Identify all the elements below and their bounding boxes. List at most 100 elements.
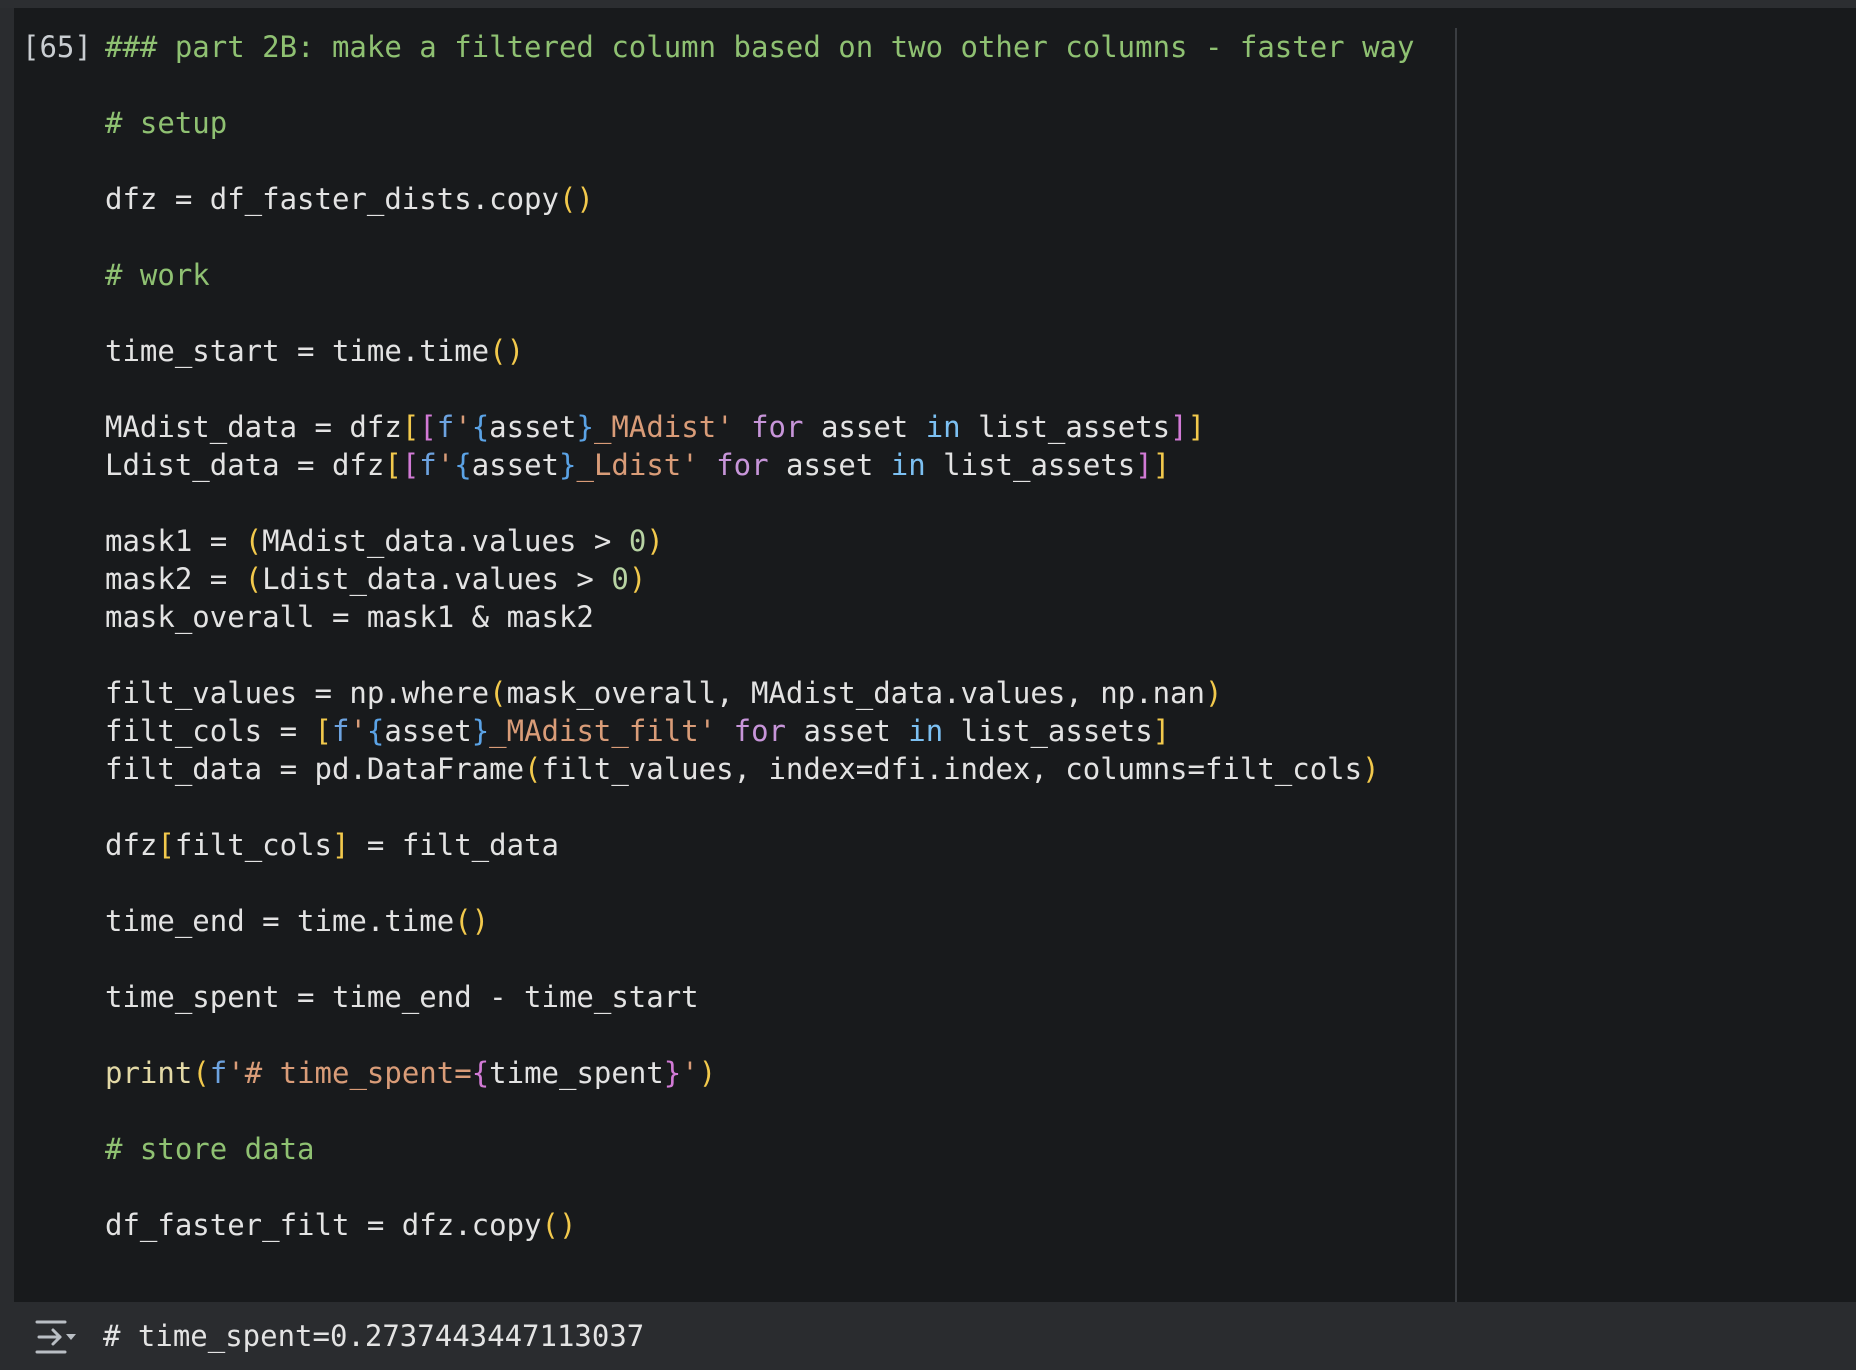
code-token: [: [314, 714, 332, 748]
output-collapse-icon[interactable]: [34, 1317, 78, 1357]
output-area: # time_spent=0.2737443447113037: [0, 1302, 1856, 1370]
code-token: ': [454, 410, 472, 444]
code-token: _Ldist': [576, 448, 699, 482]
code-token: {: [454, 448, 472, 482]
code-token: ]: [1152, 448, 1171, 482]
code-token: time_end = time.time: [105, 904, 455, 938]
code-token: ]: [1170, 410, 1188, 444]
code-token: for: [716, 448, 769, 482]
output-text: # time_spent=0.2737443447113037: [103, 1319, 645, 1353]
cell-focus-gutter: [0, 8, 14, 1302]
code-line: filt_cols = [f'{asset}_MAdist_filt' for …: [105, 712, 1445, 750]
top-bar: [0, 0, 1856, 8]
code-token: Ldist_data.values >: [262, 562, 612, 596]
code-line: df_faster_filt = dfz.copy(): [105, 1206, 1445, 1244]
code-line: Ldist_data = dfz[[f'{asset}_Ldist' for a…: [105, 446, 1445, 484]
code-token: asset: [768, 448, 891, 482]
code-token: ': [349, 714, 367, 748]
code-token: in: [890, 448, 926, 482]
code-line: dfz = df_faster_dists.copy(): [105, 180, 1445, 218]
code-token: (): [489, 334, 525, 368]
code-token: for: [751, 410, 804, 444]
code-line: # store data: [105, 1130, 1445, 1168]
code-token: in: [908, 714, 944, 748]
code-token: ): [1204, 676, 1223, 710]
code-token: asset: [786, 714, 909, 748]
code-token: [: [419, 410, 437, 444]
code-token: list_assets: [960, 410, 1171, 444]
code-token: dfz: [105, 828, 158, 862]
code-line: ### part 2B: make a filtered column base…: [105, 28, 1445, 66]
code-token: for: [733, 714, 787, 748]
code-token: asset: [489, 410, 577, 444]
code-line: time_spent = time_end - time_start: [105, 978, 1445, 1016]
code-token: }: [471, 714, 490, 748]
code-token: filt_values, index=dfi.index, columns=fi…: [541, 752, 1363, 786]
code-token: (): [454, 904, 490, 938]
code-token: MAdist_data = dfz: [105, 410, 402, 444]
code-token: mask_overall, MAdist_data.values, np.nan: [506, 676, 1205, 710]
code-line: mask2 = (Ldist_data.values > 0): [105, 560, 1445, 598]
code-token: _MAdist_filt': [489, 714, 717, 748]
code-line: dfz[filt_cols] = filt_data: [105, 826, 1445, 864]
code-token: ]: [1152, 714, 1171, 748]
code-token: asset: [803, 410, 926, 444]
code-line: print(f'# time_spent={time_spent}'): [105, 1054, 1445, 1092]
code-token: f: [331, 714, 350, 748]
code-token: filt_cols =: [105, 714, 315, 748]
code-token: time_spent = time_end - time_start: [105, 980, 699, 1014]
code-token: }: [576, 410, 594, 444]
code-token: mask2 =: [105, 562, 245, 596]
code-token: list_assets: [925, 448, 1136, 482]
code-token: ### part 2B: make a filtered column base…: [105, 30, 1415, 64]
code-token: ': [436, 448, 455, 482]
code-token: ]: [1135, 448, 1153, 482]
code-token: mask_overall = mask1 & mask2: [105, 600, 594, 634]
code-token: ): [1362, 752, 1380, 786]
code-token: {: [471, 410, 490, 444]
code-editor[interactable]: ### part 2B: make a filtered column base…: [105, 28, 1445, 1244]
code-token: (): [558, 182, 594, 216]
code-token: ]: [1187, 410, 1206, 444]
code-token: filt_cols: [174, 828, 332, 862]
code-token: f: [209, 1056, 228, 1090]
code-token: 0: [611, 562, 629, 596]
code-token: f: [436, 410, 455, 444]
code-token: Ldist_data = dfz: [105, 448, 385, 482]
code-token: (: [244, 562, 263, 596]
code-token: (: [192, 1056, 210, 1090]
code-token: = filt_data: [349, 828, 559, 862]
code-token: [: [384, 448, 402, 482]
code-token: MAdist_data.values >: [262, 524, 629, 558]
code-line: time_end = time.time(): [105, 902, 1445, 940]
code-token: }: [559, 448, 577, 482]
execution-count: [65]: [22, 30, 92, 64]
code-token: [: [157, 828, 175, 862]
code-line: # setup: [105, 104, 1445, 142]
code-token: # work: [105, 258, 210, 292]
code-token: (): [541, 1208, 577, 1242]
code-token: (: [244, 524, 263, 558]
notebook-view: [65] ### part 2B: make a filtered column…: [0, 0, 1856, 1370]
code-token: ]: [332, 828, 350, 862]
line-length-ruler: [1455, 28, 1457, 1302]
code-token: {: [471, 1056, 490, 1090]
code-token: # store data: [105, 1132, 315, 1166]
code-line: MAdist_data = dfz[[f'{asset}_MAdist' for…: [105, 408, 1445, 446]
code-line: mask_overall = mask1 & mask2: [105, 598, 1445, 636]
